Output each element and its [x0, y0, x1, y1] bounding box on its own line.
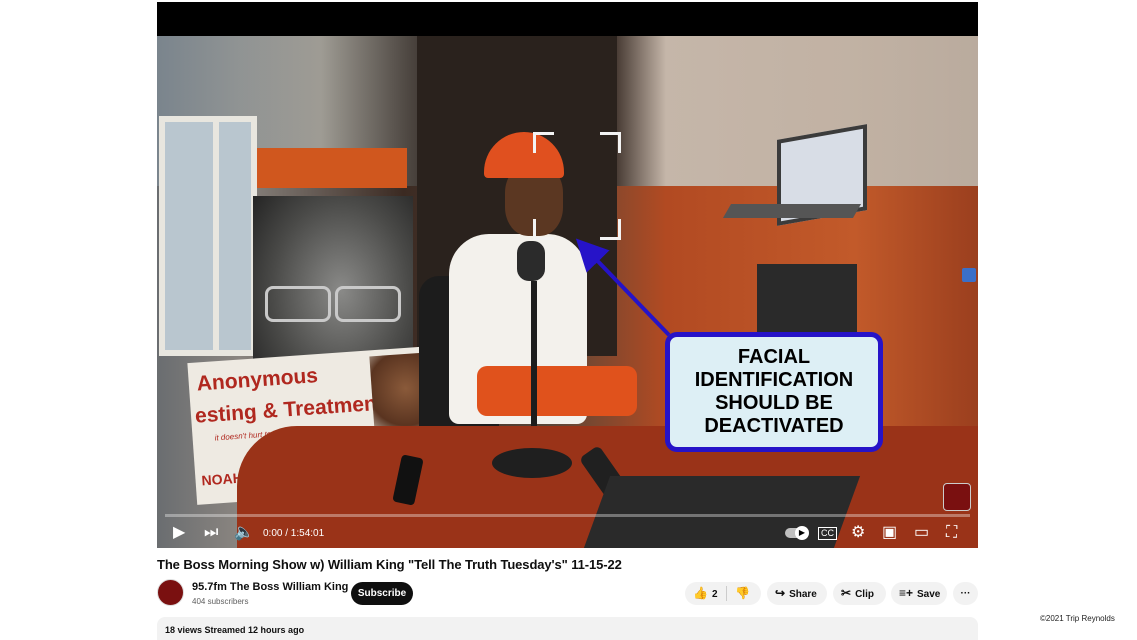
settings-icon[interactable]: ⚙ — [851, 524, 865, 542]
more-actions-button[interactable]: ··· — [953, 582, 978, 605]
like-count: 2 — [711, 589, 718, 600]
thumbs-up-icon: 👍 — [693, 586, 708, 600]
info-card-icon[interactable] — [962, 268, 976, 282]
save-label: Save — [917, 589, 941, 600]
copyright-notice: ©2021 Trip Reynolds — [1040, 614, 1115, 623]
theater-icon[interactable]: ▭ — [914, 524, 929, 542]
autoplay-toggle[interactable]: ▶ — [785, 526, 809, 540]
fullscreen-icon[interactable]: ⛶ — [946, 524, 957, 542]
thumbs-down-icon: 👎 — [735, 586, 750, 600]
clip-label: Clip — [855, 589, 874, 600]
view-count-date: 18 views Streamed 12 hours ago — [165, 625, 305, 635]
miniplayer-icon[interactable]: ▣ — [882, 524, 897, 542]
subscriber-count: 404 subscribers — [192, 597, 249, 606]
like-dislike-group: 👍 2 👎 — [685, 582, 761, 605]
annotation-callout: FACIAL IDENTIFICATION SHOULD BE DEACTIVA… — [665, 332, 883, 452]
clip-button[interactable]: ✂ Clip — [833, 582, 886, 605]
share-icon: ↪ — [775, 586, 786, 600]
play-icon[interactable]: ▶ — [173, 524, 185, 542]
like-button[interactable]: 👍 2 — [693, 582, 718, 606]
share-button[interactable]: ↪ Share — [767, 582, 827, 605]
divider — [726, 586, 727, 601]
time-display: 0:00 / 1:54:01 — [263, 528, 325, 539]
playlist-add-icon: ≡+ — [899, 586, 914, 600]
annotation-line-4: DEACTIVATED — [704, 415, 844, 437]
annotation-arrow — [575, 238, 671, 337]
share-label: Share — [789, 589, 817, 600]
channel-name[interactable]: 95.7fm The Boss William King — [192, 581, 348, 593]
video-player[interactable]: Anonymous esting & Treatment it doesn't … — [157, 2, 978, 548]
progress-bar[interactable] — [165, 514, 970, 517]
annotation-line-3: SHOULD BE — [715, 392, 833, 414]
video-title: The Boss Morning Show w) William King "T… — [157, 557, 622, 572]
player-controls: ▶ ⏭ 🔈 0:00 / 1:54:01 ▶ CC ⚙ ▣ ▭ ⛶ — [157, 518, 978, 548]
scissors-icon: ✂ — [841, 586, 852, 600]
annotation-line-2: IDENTIFICATION — [694, 369, 854, 391]
annotation-text: FACIAL IDENTIFICATION SHOULD BE DEACTIVA… — [674, 346, 874, 438]
dislike-button[interactable]: 👎 — [735, 582, 754, 606]
save-button[interactable]: ≡+ Save — [891, 582, 947, 605]
captions-icon[interactable]: CC — [818, 527, 837, 540]
description-box[interactable]: 18 views Streamed 12 hours ago — [157, 617, 978, 640]
channel-watermark[interactable] — [943, 483, 971, 511]
channel-avatar[interactable] — [157, 579, 184, 606]
volume-icon[interactable]: 🔈 — [234, 524, 254, 542]
subscribe-button[interactable]: Subscribe — [351, 582, 413, 605]
annotation-line-1: FACIAL — [737, 346, 811, 368]
next-icon[interactable]: ⏭ — [204, 524, 218, 542]
